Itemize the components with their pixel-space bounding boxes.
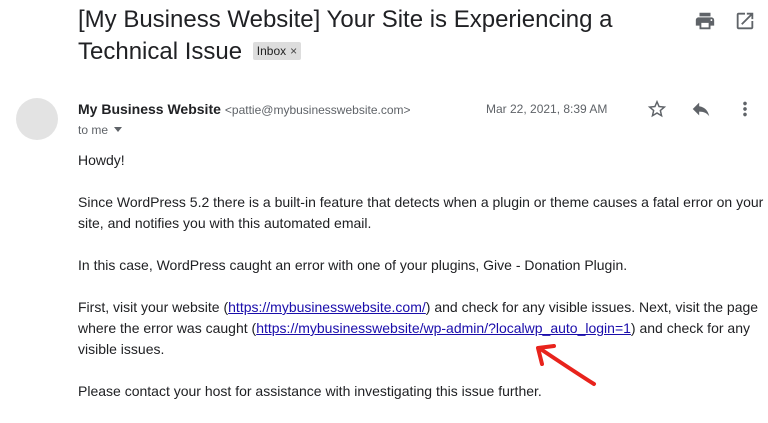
email-date: Mar 22, 2021, 8:39 AM (486, 102, 608, 116)
subject-text: [My Business Website] Your Site is Exper… (78, 6, 613, 65)
paragraph-3: First, visit your website (https://mybus… (78, 297, 768, 360)
sender-name[interactable]: My Business Website (78, 101, 221, 117)
recipient-text: to me (78, 123, 109, 137)
star-icon[interactable] (646, 98, 668, 120)
open-in-new-window-icon[interactable] (734, 10, 756, 32)
greeting: Howdy! (78, 152, 125, 168)
email-subject: [My Business Website] Your Site is Exper… (78, 4, 678, 68)
sender-avatar[interactable] (16, 98, 58, 140)
remove-label-icon[interactable]: × (290, 44, 297, 58)
recipient-line: to me (78, 122, 123, 138)
paragraph-1: Since WordPress 5.2 there is a built-in … (78, 194, 764, 231)
inbox-label-badge[interactable]: Inbox × (252, 42, 302, 60)
show-details-caret-icon[interactable] (114, 127, 123, 132)
email-body: Howdy! Since WordPress 5.2 there is a bu… (78, 150, 768, 423)
error-page-link[interactable]: https://mybusinesswebsite/wp-admin/?loca… (256, 320, 631, 336)
paragraph-4: Please contact your host for assistance … (78, 383, 542, 399)
more-vert-icon[interactable] (734, 98, 756, 120)
website-link[interactable]: https://mybusinesswebsite.com/ (228, 299, 426, 315)
red-arrow-annotation (536, 344, 596, 386)
sender-email: <pattie@mybusinesswebsite.com> (224, 103, 411, 117)
paragraph-3-text-a: First, visit your website ( (78, 299, 229, 315)
print-icon[interactable] (694, 10, 716, 32)
sender-line: My Business Website <pattie@mybusinessweb… (78, 100, 411, 119)
inbox-label-text: Inbox (256, 44, 287, 58)
paragraph-2: In this case, WordPress caught an error … (78, 257, 628, 273)
reply-icon[interactable] (690, 98, 712, 120)
